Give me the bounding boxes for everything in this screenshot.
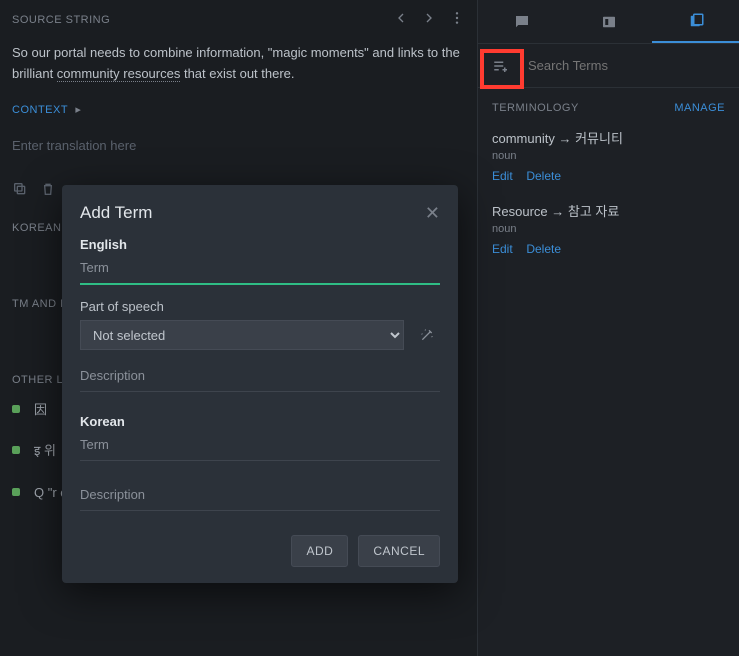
more-menu-icon[interactable] bbox=[449, 10, 465, 29]
term-text: community → 커뮤니티 bbox=[492, 128, 725, 147]
context-toggle[interactable]: CONTEXT ▸ bbox=[0, 97, 477, 122]
delete-term-link[interactable]: Delete bbox=[526, 242, 561, 256]
korean-label: Korean bbox=[80, 414, 440, 429]
pos-label: Part of speech bbox=[80, 299, 440, 314]
korean-term-input[interactable] bbox=[80, 429, 440, 461]
source-string-label: SOURCE STRING bbox=[12, 14, 110, 26]
tab-info[interactable] bbox=[565, 0, 652, 43]
edit-term-link[interactable]: Edit bbox=[492, 169, 513, 183]
next-arrow-icon[interactable] bbox=[421, 10, 437, 29]
term-pos: noun bbox=[492, 150, 725, 162]
term-pos: noun bbox=[492, 223, 725, 235]
magic-wand-icon[interactable] bbox=[414, 322, 440, 348]
add-term-modal: Add Term ✕ English Part of speech Not se… bbox=[62, 185, 458, 583]
add-button[interactable]: ADD bbox=[291, 535, 348, 567]
add-term-button[interactable] bbox=[482, 47, 520, 85]
english-description-input[interactable] bbox=[80, 360, 440, 392]
prev-arrow-icon[interactable] bbox=[393, 10, 409, 29]
delete-term-link[interactable]: Delete bbox=[526, 169, 561, 183]
search-terms-input[interactable] bbox=[520, 58, 739, 73]
translation-input[interactable]: Enter translation here bbox=[0, 122, 477, 169]
tab-comments[interactable] bbox=[478, 0, 565, 43]
english-label: English bbox=[80, 237, 440, 252]
korean-description-input[interactable] bbox=[80, 479, 440, 511]
copy-icon[interactable] bbox=[12, 181, 28, 200]
term-entry: community → 커뮤니티 noun Edit Delete bbox=[478, 122, 739, 195]
tab-terminology[interactable] bbox=[652, 0, 739, 43]
english-term-input[interactable] bbox=[80, 252, 440, 285]
term-entry: Resource → 참고 자료 noun Edit Delete bbox=[478, 195, 739, 268]
pos-select[interactable]: Not selected bbox=[80, 320, 404, 350]
edit-term-link[interactable]: Edit bbox=[492, 242, 513, 256]
term-text: Resource → 참고 자료 bbox=[492, 201, 725, 220]
manage-link[interactable]: MANAGE bbox=[674, 102, 725, 114]
terminology-panel: TERMINOLOGY MANAGE community → 커뮤니티 noun… bbox=[477, 0, 739, 656]
modal-title: Add Term bbox=[80, 203, 152, 223]
source-string-text: So our portal needs to combine informati… bbox=[0, 39, 477, 97]
close-icon[interactable]: ✕ bbox=[425, 204, 440, 222]
trash-icon[interactable] bbox=[40, 181, 56, 200]
cancel-button[interactable]: CANCEL bbox=[358, 535, 440, 567]
terminology-header: TERMINOLOGY bbox=[492, 102, 579, 114]
